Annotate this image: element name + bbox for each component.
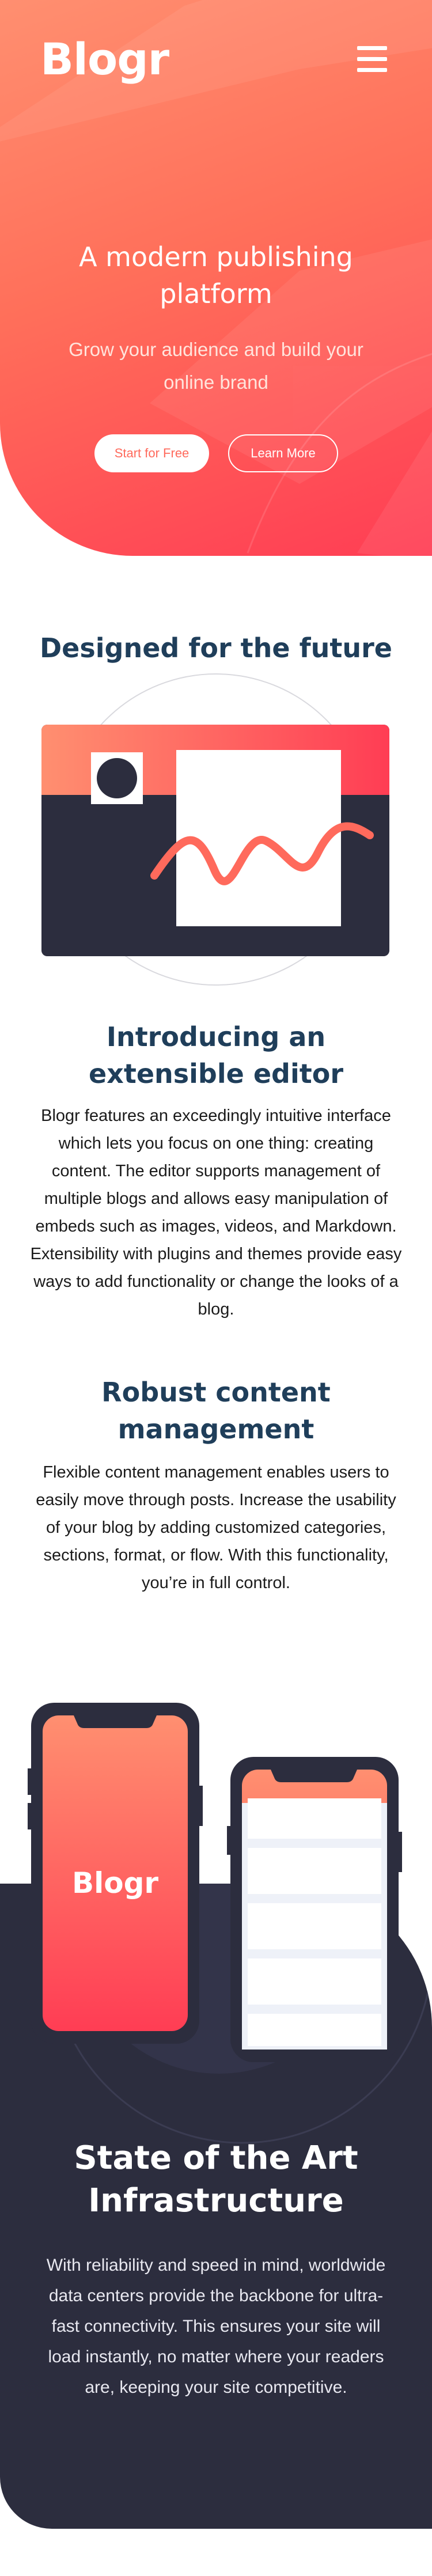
- hero-section: Blogr A modern publishing platform Grow …: [0, 0, 432, 556]
- hamburger-icon-bar: [357, 57, 387, 61]
- feature-text-editor: Blogr features an exceedingly intuitive …: [30, 1107, 402, 1319]
- editor-illustration: [41, 673, 389, 986]
- landing-page: Blogr A modern publishing platform Grow …: [0, 0, 432, 2576]
- hamburger-icon-bar: [357, 46, 387, 50]
- start-for-free-button[interactable]: Start for Free: [94, 434, 209, 472]
- hamburger-icon-bar: [357, 68, 387, 72]
- phone-screen-logo: Blogr: [71, 1866, 159, 1900]
- phones-illustration: [28, 1703, 402, 2062]
- learn-more-button[interactable]: Learn More: [228, 434, 338, 472]
- feature-text-content: Flexible content management enables user…: [36, 1463, 396, 1592]
- feature-title-content: Robust content management: [101, 1377, 331, 1445]
- infrastructure-text: With reliability and speed in mind, worl…: [46, 2256, 386, 2397]
- brand-logo[interactable]: Blogr: [40, 33, 169, 85]
- infrastructure-title: State of the Art Infrastructure: [74, 2139, 358, 2219]
- hero-subtitle: Grow your audience and build your online…: [69, 339, 363, 393]
- hero-title: A modern publishing platform: [79, 241, 353, 309]
- feature-title-editor: Introducing an extensible editor: [88, 1021, 344, 1089]
- hamburger-menu-button[interactable]: [357, 46, 389, 76]
